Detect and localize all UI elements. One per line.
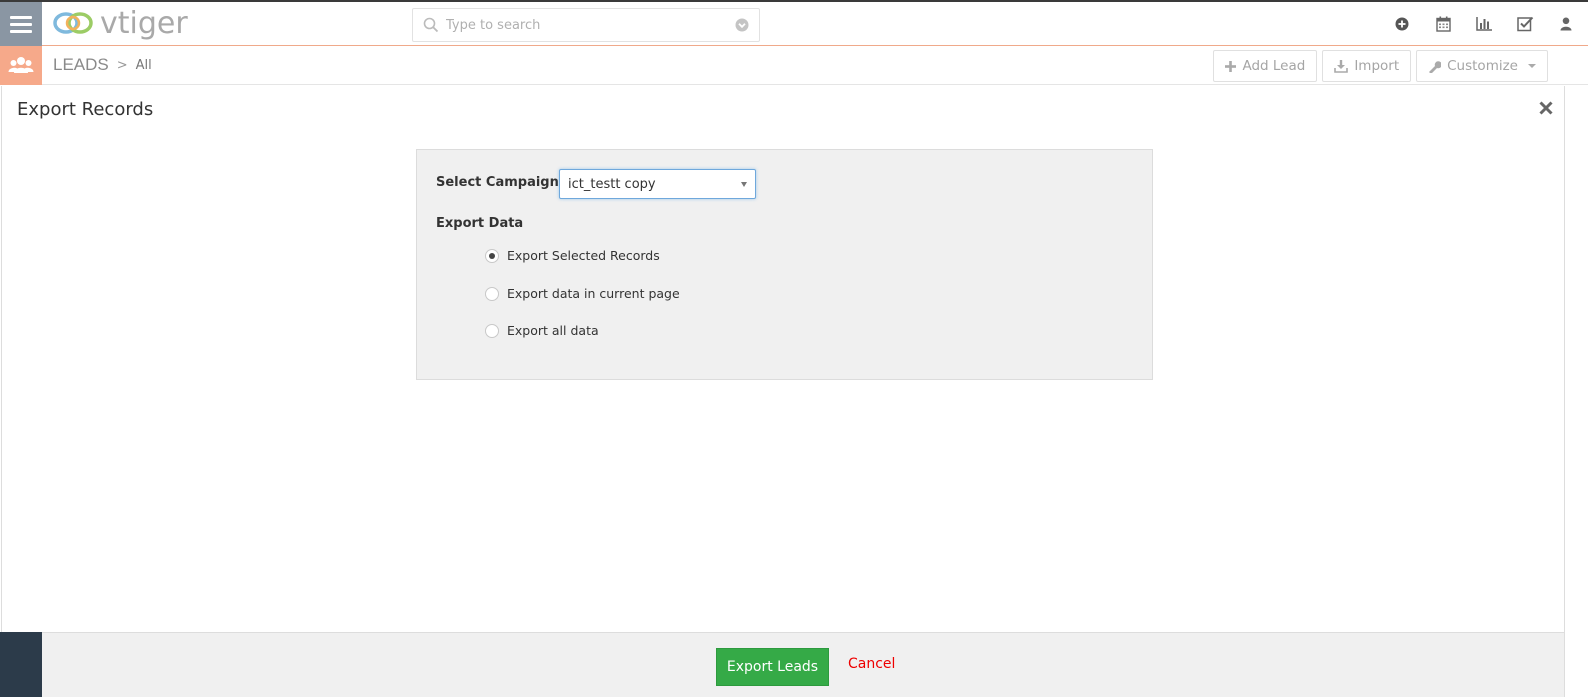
export-options-panel: Select Campaign ict_testt copy Export Da… bbox=[416, 149, 1153, 380]
export-records-modal: Export Records Select Campaign ict_testt… bbox=[1, 86, 1565, 697]
logo-icon bbox=[53, 12, 93, 34]
caret-down-icon bbox=[1528, 64, 1536, 68]
export-data-label: Export Data bbox=[436, 216, 524, 231]
add-lead-button[interactable]: Add Lead bbox=[1213, 50, 1318, 82]
wrench-icon bbox=[1429, 60, 1442, 73]
check-square-icon bbox=[1516, 16, 1533, 32]
current-view[interactable]: All bbox=[136, 58, 152, 73]
chevron-down-circle-icon[interactable] bbox=[735, 18, 749, 32]
breadcrumb: LEADS > All bbox=[53, 55, 152, 75]
export-current-page-option[interactable]: Export data in current page bbox=[485, 286, 680, 301]
hamburger-icon bbox=[10, 15, 32, 19]
campaign-select[interactable]: ict_testt copy bbox=[559, 169, 756, 199]
export-all-radio[interactable] bbox=[485, 323, 499, 338]
calendar-button[interactable] bbox=[1433, 14, 1453, 34]
bar-chart-icon bbox=[1475, 17, 1492, 31]
user-menu-button[interactable] bbox=[1556, 14, 1576, 34]
plus-icon bbox=[1225, 60, 1237, 72]
select-campaign-label: Select Campaign bbox=[436, 175, 559, 190]
export-selected-radio[interactable] bbox=[485, 248, 499, 263]
cancel-link[interactable]: Cancel bbox=[848, 656, 895, 672]
modal-title: Export Records bbox=[17, 99, 154, 120]
vtiger-logo[interactable]: vtiger bbox=[52, 5, 188, 41]
plus-circle-icon bbox=[1395, 17, 1409, 31]
module-name[interactable]: LEADS bbox=[53, 55, 109, 75]
import-label: Import bbox=[1354, 58, 1400, 74]
add-lead-label: Add Lead bbox=[1242, 58, 1306, 74]
export-selected-option[interactable]: Export Selected Records bbox=[485, 248, 660, 263]
chevron-right-icon: > bbox=[116, 57, 128, 73]
tasks-button[interactable] bbox=[1515, 14, 1535, 34]
user-icon bbox=[1560, 17, 1572, 31]
search-input[interactable] bbox=[440, 10, 735, 40]
modal-footer: Export Leads Cancel bbox=[42, 632, 1564, 697]
export-current-page-radio[interactable] bbox=[485, 286, 499, 301]
customize-button[interactable]: Customize bbox=[1416, 50, 1548, 82]
leads-module-icon[interactable] bbox=[0, 46, 42, 85]
sidebar-footer-strip bbox=[0, 632, 42, 697]
export-leads-button[interactable]: Export Leads bbox=[716, 648, 829, 686]
users-icon bbox=[8, 56, 34, 73]
import-button[interactable]: Import bbox=[1322, 50, 1412, 82]
module-actions: Add Lead Import Customize bbox=[1213, 50, 1548, 82]
campaign-select-value: ict_testt copy bbox=[568, 176, 656, 192]
module-bar: LEADS > All Add Lead Import Customize bbox=[0, 46, 1588, 85]
download-icon bbox=[1334, 59, 1349, 73]
export-selected-label: Export Selected Records bbox=[507, 248, 660, 263]
calendar-icon bbox=[1435, 16, 1451, 32]
caret-down-icon bbox=[741, 181, 747, 187]
top-icon-group bbox=[1392, 14, 1576, 34]
top-navbar: vtiger bbox=[0, 0, 1588, 46]
search-icon bbox=[423, 17, 439, 33]
app-menu-button[interactable] bbox=[0, 2, 42, 46]
export-current-page-label: Export data in current page bbox=[507, 286, 680, 301]
global-search[interactable] bbox=[412, 8, 760, 42]
close-icon[interactable] bbox=[1538, 100, 1554, 116]
reports-button[interactable] bbox=[1474, 14, 1494, 34]
customize-label: Customize bbox=[1447, 58, 1518, 74]
logo-text: vtiger bbox=[100, 5, 188, 41]
quick-create-button[interactable] bbox=[1392, 14, 1412, 34]
export-all-option[interactable]: Export all data bbox=[485, 323, 599, 338]
export-all-label: Export all data bbox=[507, 323, 599, 338]
